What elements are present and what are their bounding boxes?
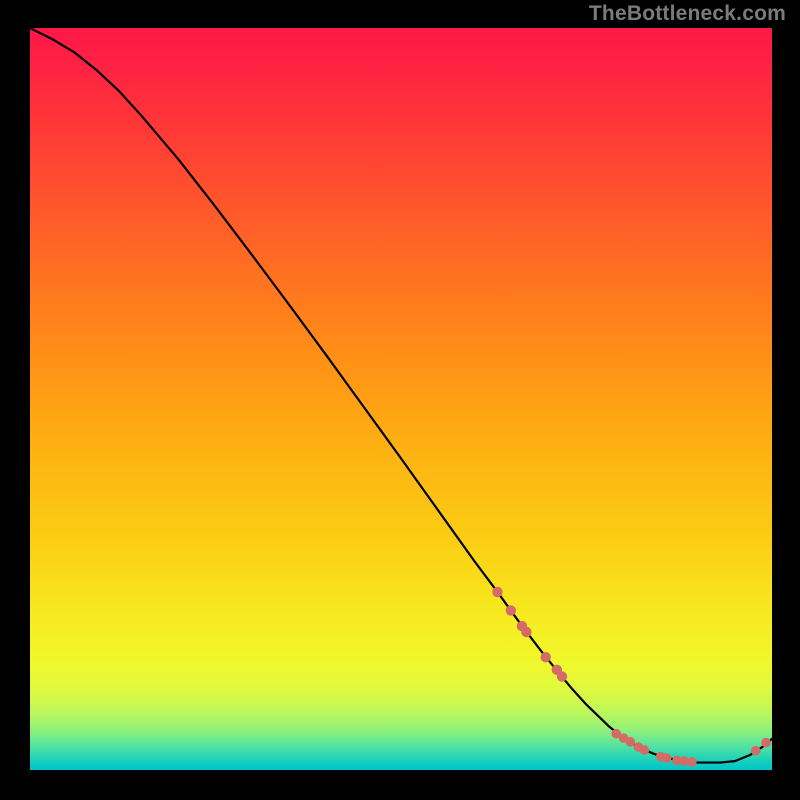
chart-marker	[662, 753, 672, 763]
chart-stage: TheBottleneck.com	[0, 0, 800, 800]
chart-marker	[751, 746, 761, 756]
chart-marker	[506, 605, 516, 615]
chart-marker	[640, 745, 650, 755]
chart-marker	[521, 627, 531, 637]
watermark-text: TheBottleneck.com	[589, 2, 786, 26]
chart-marker	[625, 737, 635, 747]
chart-marker-layer	[492, 587, 771, 767]
chart-marker	[492, 587, 502, 597]
chart-marker	[761, 738, 771, 748]
chart-marker	[557, 671, 567, 681]
chart-overlay-svg	[30, 28, 772, 770]
chart-marker	[687, 757, 697, 767]
chart-line-curve	[30, 28, 772, 763]
chart-marker	[540, 652, 550, 662]
